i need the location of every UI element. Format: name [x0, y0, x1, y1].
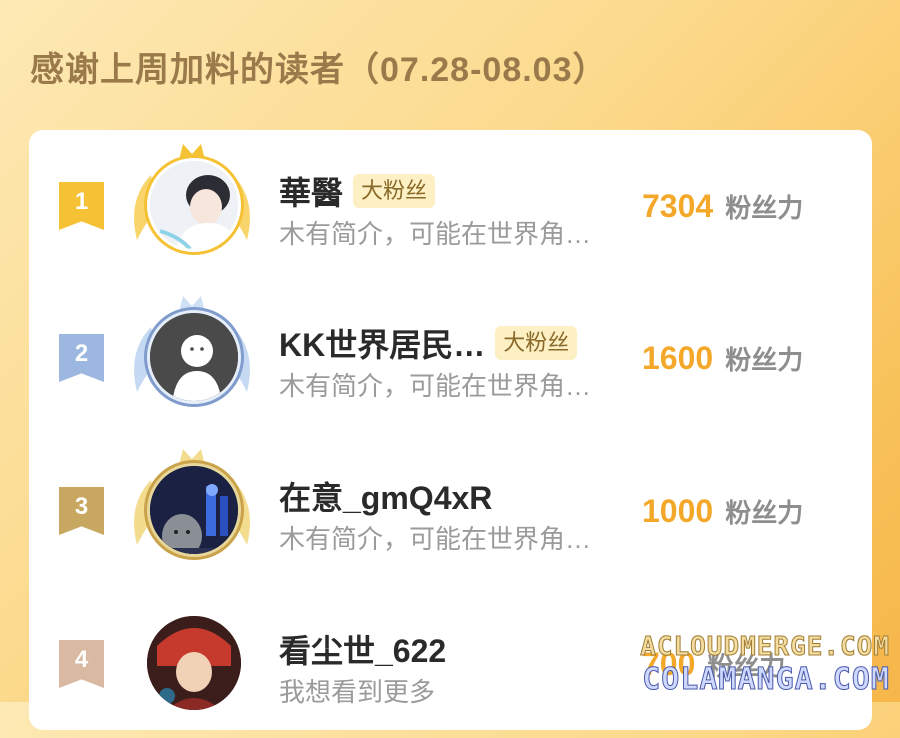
rank-badge-2: 2	[59, 334, 104, 382]
fan-power-unit: 粉丝力	[725, 498, 804, 528]
avatar[interactable]	[147, 310, 241, 404]
fan-power-score: 1600	[642, 340, 714, 376]
avatar-frame-gold	[117, 130, 267, 280]
avatar[interactable]	[147, 158, 241, 252]
fan-level-badge: 大粉丝	[353, 174, 436, 208]
avatar-frame-plain	[117, 588, 267, 738]
reader-name[interactable]: 在意_gmQ4xR	[279, 473, 492, 519]
reader-row-2[interactable]: 2 KK世界居民… 大粉丝 木有简介，可能在世界角… 1600 粉丝力	[29, 282, 872, 422]
fan-level-badge: 大粉丝	[495, 326, 578, 360]
reader-bio: 木有简介，可能在世界角…	[279, 371, 592, 401]
reader-bio: 木有简介，可能在世界角…	[279, 219, 592, 249]
fan-power-score: 7304	[642, 188, 714, 224]
avatar[interactable]	[147, 463, 241, 557]
page-title: 感谢上周加料的读者（07.28-08.03）	[30, 51, 608, 89]
rank-badge-3: 3	[59, 487, 104, 535]
reader-name[interactable]: KK世界居民…	[279, 320, 485, 366]
avatar-frame-silver	[117, 282, 267, 432]
watermark-line-2: COLAMANGA.COM	[642, 662, 890, 698]
avatar[interactable]	[147, 616, 241, 710]
reader-row-1[interactable]: 1 華醫 大粉丝 木有简介，可能在世界角… 7304 粉丝力	[29, 130, 872, 270]
reader-bio: 木有简介，可能在世界角…	[279, 524, 592, 554]
reader-name[interactable]: 華醫	[279, 168, 343, 214]
reader-name[interactable]: 看尘世_622	[279, 626, 446, 672]
avatar-frame-bronze	[117, 435, 267, 585]
fan-power-score: 1000	[642, 493, 714, 529]
reader-bio: 我想看到更多	[279, 677, 436, 707]
watermark-line-1: ACLOUDMERGE.COM	[640, 632, 890, 663]
rank-badge-1: 1	[59, 182, 104, 230]
reader-row-3[interactable]: 3 在意_gmQ4xR 木有简介，可能在世界角… 1000 粉丝力	[29, 435, 872, 575]
fan-power-unit: 粉丝力	[725, 193, 804, 223]
fan-power-unit: 粉丝力	[725, 345, 804, 375]
rank-badge-4: 4	[59, 640, 104, 688]
